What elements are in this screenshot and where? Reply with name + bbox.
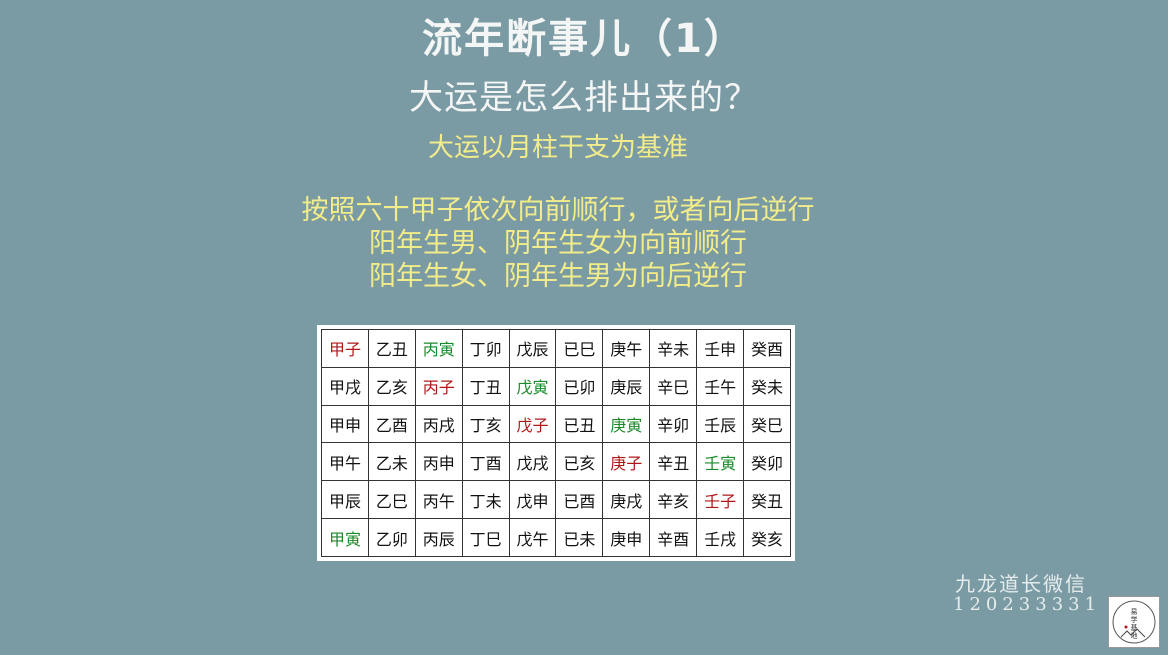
table-cell: 癸丑	[743, 480, 791, 520]
jiazi-table-card: 甲子 乙丑 丙寅 丁卯 戊辰 已巳 庚午 辛未 壬申 癸酉 甲戌 乙亥 丙子 丁丑 戊寅 已卯 庚辰 辛巳 壬午 癸未…	[317, 325, 795, 561]
table-cell: 辛巳	[649, 366, 698, 406]
table-cell: 已巳	[555, 329, 604, 368]
table-cell: 戊子	[508, 404, 557, 444]
slide-subtitle: 大运是怎么排出来的？	[409, 78, 759, 118]
table-cell: 癸巳	[743, 404, 791, 444]
table-cell: 癸亥	[743, 518, 791, 557]
table-cell: 丙子	[414, 366, 463, 406]
table-cell: 壬辰	[696, 404, 745, 444]
table-cell: 辛未	[649, 329, 698, 368]
table-cell: 癸未	[743, 366, 791, 406]
table-cell: 已亥	[555, 442, 604, 482]
table-cell: 庚子	[602, 442, 651, 482]
table-cell: 戊戌	[508, 442, 557, 482]
table-cell: 丙申	[414, 442, 463, 482]
table-cell: 丁巳	[461, 518, 510, 557]
table-cell: 乙酉	[367, 404, 416, 444]
table-cell: 戊午	[508, 518, 557, 557]
table-cell: 丁亥	[461, 404, 510, 444]
table-cell: 乙未	[367, 442, 416, 482]
rules-block: 按照六十甲子依次向前顺行，或者向后逆行 阳年生男、阴年生女为向前顺行 阳年生女、…	[0, 194, 1116, 293]
table-cell: 庚戌	[602, 480, 651, 520]
table-cell: 癸酉	[743, 329, 791, 368]
table-cell: 乙卯	[367, 518, 416, 557]
table-cell: 甲戌	[321, 366, 369, 406]
table-cell: 丙戌	[414, 404, 463, 444]
table-cell: 癸卯	[743, 442, 791, 482]
table-cell: 辛丑	[649, 442, 698, 482]
table-cell: 已未	[555, 518, 604, 557]
table-cell: 甲申	[321, 404, 369, 444]
table-cell: 庚寅	[602, 404, 651, 444]
table-cell: 丁酉	[461, 442, 510, 482]
table-cell: 壬戌	[696, 518, 745, 557]
logo-icon: 易 学 基 地	[1112, 600, 1156, 644]
table-row: 甲寅 乙卯 丙辰 丁巳 戊午 已未 庚申 辛酉 壬戌 癸亥	[321, 518, 791, 557]
table-row: 甲辰 乙巳 丙午 丁未 戊申 已酉 庚戌 辛亥 壬子 癸丑	[321, 480, 791, 520]
table-cell: 丁丑	[461, 366, 510, 406]
table-cell: 庚辰	[602, 366, 651, 406]
table-cell: 甲子	[321, 329, 369, 368]
table-cell: 壬寅	[696, 442, 745, 482]
table-cell: 甲午	[321, 442, 369, 482]
table-cell: 甲辰	[321, 480, 369, 520]
table-cell: 戊申	[508, 480, 557, 520]
table-cell: 丙寅	[414, 329, 463, 368]
table-row: 甲午 乙未 丙申 丁酉 戊戌 已亥 庚子 辛丑 壬寅 癸卯	[321, 442, 791, 482]
table-cell: 已酉	[555, 480, 604, 520]
wechat-number: 120233331	[953, 594, 1102, 615]
basis-text: 大运以月柱干支为基准	[427, 133, 688, 163]
table-cell: 丙午	[414, 480, 463, 520]
table-cell: 乙巳	[367, 480, 416, 520]
table-row: 甲戌 乙亥 丙子 丁丑 戊寅 已卯 庚辰 辛巳 壬午 癸未	[321, 366, 791, 406]
table-cell: 壬申	[696, 329, 745, 368]
table-cell: 辛亥	[649, 480, 698, 520]
slide-title: 流年断事儿（1）	[422, 16, 746, 62]
svg-text:易: 易	[1131, 608, 1138, 616]
table-cell: 丁未	[461, 480, 510, 520]
rule-line: 阳年生女、阴年生男为向后逆行	[369, 261, 747, 292]
table-cell: 已卯	[555, 366, 604, 406]
wechat-name: 九龙道长微信	[955, 572, 1087, 596]
table-cell: 丙辰	[414, 518, 463, 557]
rule-line: 阳年生男、阴年生女为向前顺行	[369, 228, 747, 259]
jiazi-table: 甲子 乙丑 丙寅 丁卯 戊辰 已巳 庚午 辛未 壬申 癸酉 甲戌 乙亥 丙子 丁丑 戊寅 已卯 庚辰 辛巳 壬午 癸未…	[321, 329, 791, 557]
table-cell: 戊寅	[508, 366, 557, 406]
svg-text:学: 学	[1131, 615, 1138, 624]
rule-line: 按照六十甲子依次向前顺行，或者向后逆行	[301, 195, 815, 226]
table-row: 甲申 乙酉 丙戌 丁亥 戊子 已丑 庚寅 辛卯 壬辰 癸巳	[321, 404, 791, 444]
svg-text:基: 基	[1131, 623, 1138, 632]
table-cell: 丁卯	[461, 329, 510, 368]
table-cell: 庚午	[602, 329, 651, 368]
table-cell: 壬午	[696, 366, 745, 406]
table-cell: 乙亥	[367, 366, 416, 406]
table-cell: 庚申	[602, 518, 651, 557]
channel-logo: 易 学 基 地	[1108, 596, 1160, 648]
table-row: 甲子 乙丑 丙寅 丁卯 戊辰 已巳 庚午 辛未 壬申 癸酉	[321, 329, 791, 368]
table-cell: 辛卯	[649, 404, 698, 444]
table-cell: 乙丑	[367, 329, 416, 368]
table-cell: 已丑	[555, 404, 604, 444]
table-cell: 辛酉	[649, 518, 698, 557]
table-cell: 壬子	[696, 480, 745, 520]
table-cell: 甲寅	[321, 518, 369, 557]
table-cell: 戊辰	[508, 329, 557, 368]
